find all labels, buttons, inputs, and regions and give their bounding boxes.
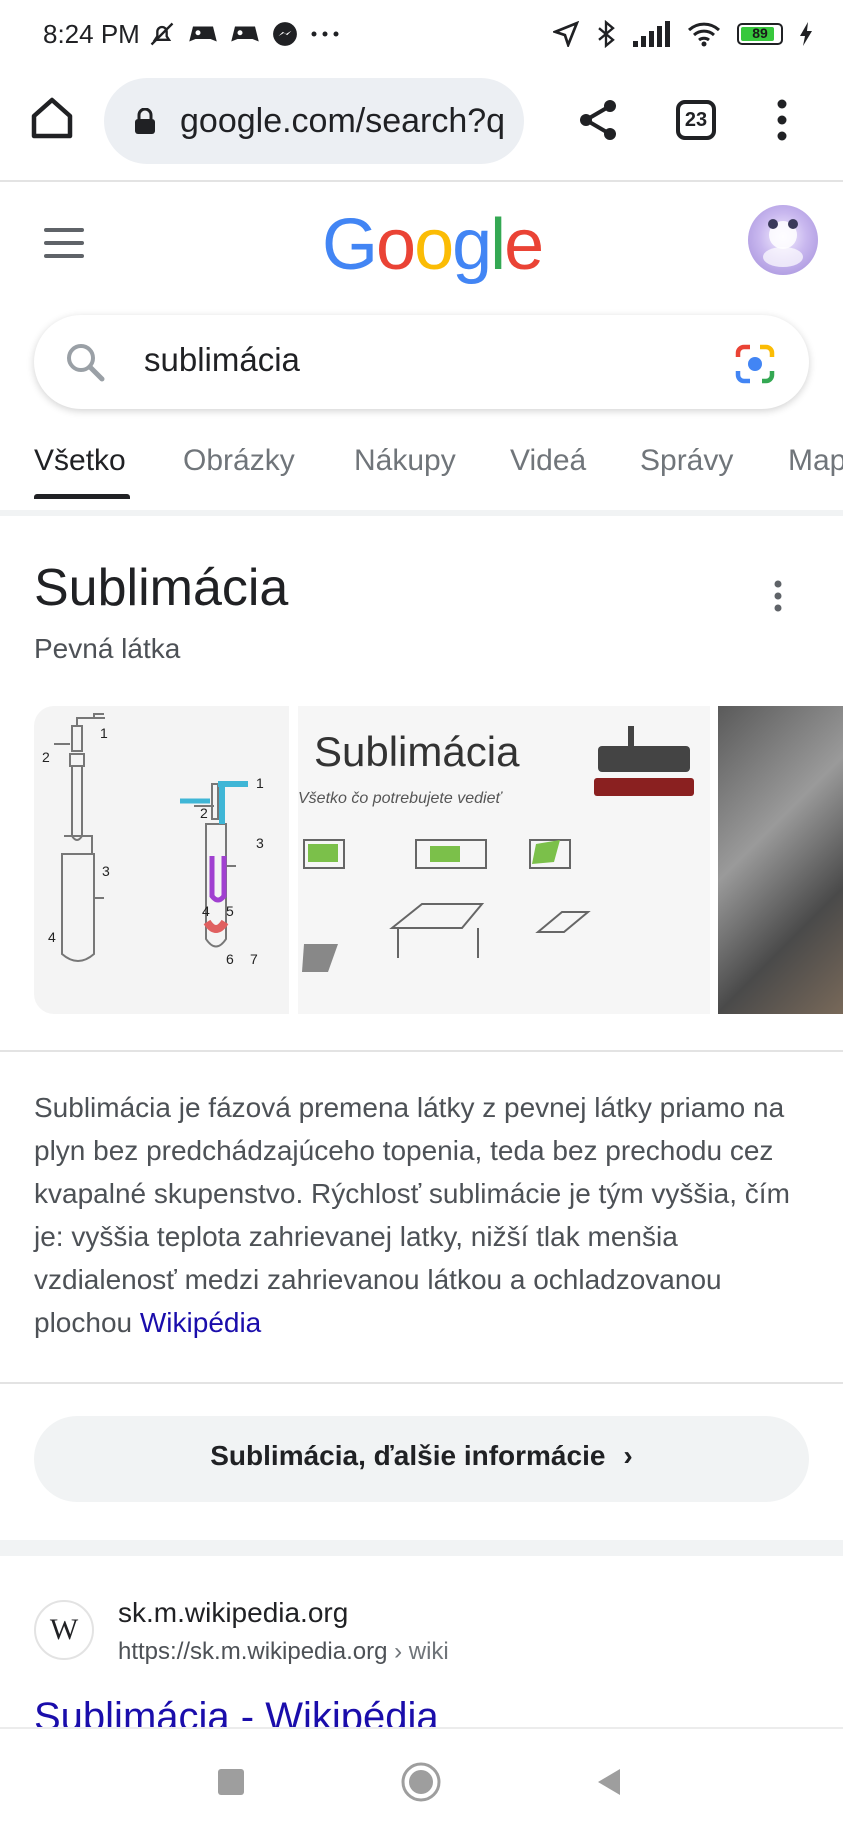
svg-text:1: 1 bbox=[100, 725, 108, 741]
search-tabs: Všetko Obrázky Nákupy Videá Správy Mapy bbox=[0, 440, 843, 516]
browser-toolbar: google.com/search?q 23 bbox=[0, 72, 843, 182]
status-bar: 8:24 PM 89 bbox=[0, 0, 843, 72]
signal-icon bbox=[633, 21, 670, 47]
search-icon[interactable] bbox=[64, 341, 106, 383]
chevron-right-icon: › bbox=[623, 1440, 633, 1471]
back-nav-icon[interactable] bbox=[594, 1767, 624, 1797]
description-text: Sublimácia je fázová premena látky z pev… bbox=[34, 1092, 790, 1338]
wikipedia-favicon[interactable]: W bbox=[34, 1600, 94, 1660]
google-lens-icon[interactable] bbox=[734, 343, 776, 385]
avatar[interactable] bbox=[748, 205, 818, 275]
system-icons: 89 bbox=[553, 20, 813, 48]
google-logo[interactable]: Google bbox=[322, 204, 544, 286]
active-tab-indicator bbox=[34, 494, 130, 499]
battery-level: 89 bbox=[752, 25, 768, 41]
result-url-crumb: › wiki bbox=[387, 1638, 449, 1665]
gamepad-icon bbox=[189, 26, 217, 42]
svg-text:2: 2 bbox=[42, 749, 50, 765]
search-box[interactable]: sublimácia bbox=[34, 315, 809, 409]
more-info-button[interactable]: Sublimácia, ďalšie informácie › bbox=[34, 1416, 809, 1502]
svg-text:3: 3 bbox=[256, 835, 264, 851]
tab-shopping[interactable]: Nákupy bbox=[354, 444, 456, 478]
tab-images[interactable]: Obrázky bbox=[183, 444, 295, 478]
image-thumbnail[interactable] bbox=[718, 706, 843, 1014]
location-icon bbox=[553, 21, 579, 47]
messenger-icon bbox=[273, 22, 297, 46]
tab-news[interactable]: Správy bbox=[640, 444, 733, 478]
divider bbox=[0, 1382, 843, 1384]
svg-text:4: 4 bbox=[48, 929, 56, 945]
tab-videos[interactable]: Videá bbox=[510, 444, 586, 478]
result-title-link[interactable]: Sublimácia - Wikipédia bbox=[34, 1695, 439, 1727]
knowledge-panel-description: Sublimácia je fázová premena látky z pev… bbox=[34, 1086, 814, 1344]
home-icon[interactable] bbox=[28, 94, 76, 142]
notification-icons bbox=[148, 20, 340, 48]
search-input[interactable]: sublimácia bbox=[144, 341, 300, 379]
image-carousel[interactable]: 1234 1234567 Sublimácia Všetko čo potreb… bbox=[34, 706, 843, 1014]
image-thumbnail[interactable]: 1234 1234567 bbox=[34, 706, 289, 1014]
system-navigation-bar bbox=[0, 1727, 843, 1829]
bell-off-icon bbox=[150, 22, 174, 46]
knowledge-panel-title: Sublimácia bbox=[34, 559, 289, 617]
address-bar[interactable]: google.com/search?q bbox=[104, 78, 524, 164]
status-time: 8:24 PM bbox=[43, 19, 140, 49]
logo-letter: o bbox=[414, 205, 454, 285]
sublimation-apparatus-diagram: 1234 1234 56 7 bbox=[42, 713, 264, 967]
svg-text:2: 2 bbox=[200, 805, 208, 821]
more-info-label: Sublimácia, ďalšie informácie bbox=[210, 1440, 606, 1471]
bluetooth-icon bbox=[598, 20, 615, 48]
menu-hamburger-icon[interactable] bbox=[44, 228, 84, 260]
charging-icon bbox=[800, 22, 812, 46]
svg-text:1: 1 bbox=[256, 775, 264, 791]
recents-button[interactable] bbox=[218, 1769, 244, 1795]
url-text[interactable]: google.com/search?q bbox=[180, 102, 510, 141]
share-icon[interactable] bbox=[576, 98, 620, 142]
logo-letter: g bbox=[452, 205, 492, 285]
svg-text:6: 6 bbox=[226, 951, 234, 967]
tab-all[interactable]: Všetko bbox=[34, 444, 126, 478]
logo-letter: G bbox=[322, 205, 378, 285]
battery-indicator: 89 bbox=[737, 23, 783, 45]
image-thumbnail[interactable]: Sublimácia Všetko čo potrebujete vedieť bbox=[298, 706, 710, 1014]
tab-switcher-button[interactable]: 23 bbox=[676, 100, 716, 140]
svg-text:5: 5 bbox=[226, 903, 234, 919]
lock-icon[interactable] bbox=[134, 108, 156, 134]
divider bbox=[0, 1050, 843, 1052]
more-options-icon[interactable] bbox=[772, 578, 784, 614]
result-domain[interactable]: sk.m.wikipedia.org bbox=[118, 1597, 348, 1629]
tab-maps[interactable]: Mapy bbox=[788, 444, 843, 478]
svg-text:3: 3 bbox=[102, 863, 110, 879]
svg-text:7: 7 bbox=[250, 951, 258, 967]
heat-press-infographic bbox=[302, 726, 694, 972]
logo-letter: l bbox=[490, 205, 506, 285]
result-url[interactable]: https://sk.m.wikipedia.org › wiki bbox=[118, 1638, 449, 1666]
more-notifications-icon bbox=[311, 31, 339, 37]
wifi-icon bbox=[687, 22, 721, 47]
svg-text:4: 4 bbox=[202, 903, 210, 919]
knowledge-panel-subtitle: Pevná látka bbox=[34, 633, 181, 664]
overflow-menu-icon[interactable] bbox=[772, 98, 792, 142]
section-separator bbox=[0, 1540, 843, 1556]
result-url-base: https://sk.m.wikipedia.org bbox=[118, 1638, 388, 1665]
logo-letter: e bbox=[504, 205, 544, 285]
avatar-image bbox=[763, 219, 803, 267]
wikipedia-source-link[interactable]: Wikipédia bbox=[140, 1307, 261, 1338]
logo-letter: o bbox=[376, 205, 416, 285]
home-nav-icon[interactable] bbox=[400, 1761, 442, 1803]
gamepad-icon bbox=[231, 26, 259, 42]
